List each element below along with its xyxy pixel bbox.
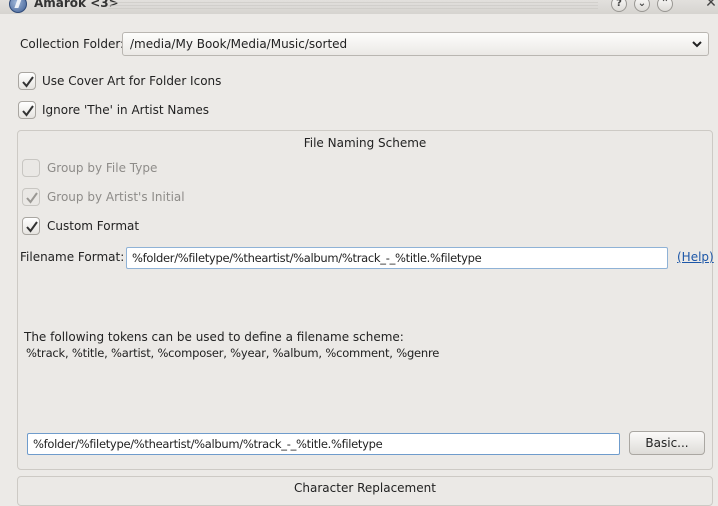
amarok-logo-icon <box>9 0 27 13</box>
file-naming-scheme-title: File Naming Scheme <box>303 136 427 150</box>
tokens-intro-text: The following tokens can be used to defi… <box>24 330 404 344</box>
titlebar-decoration <box>108 2 598 10</box>
check-icon <box>26 221 38 233</box>
character-replacement-group: Character Replacement <box>17 476 713 506</box>
custom-format-label: Custom Format <box>47 219 140 233</box>
group-by-initial-label: Group by Artist's Initial <box>47 190 185 204</box>
file-naming-scheme-group: File Naming Scheme Group by File Type Gr… <box>17 130 714 470</box>
group-by-initial-checkbox[interactable] <box>22 188 40 206</box>
filename-format-label: Filename Format: <box>20 250 125 264</box>
collection-folder-combo[interactable]: /media/My Book/Media/Music/sorted <box>122 32 709 56</box>
character-replacement-title: Character Replacement <box>294 481 436 495</box>
cover-art-checkbox[interactable] <box>18 72 36 90</box>
custom-format-checkbox[interactable] <box>22 217 40 235</box>
chevron-down-icon <box>692 41 702 48</box>
basic-button[interactable]: Basic... <box>629 431 705 455</box>
help-button[interactable]: ? <box>611 0 627 12</box>
ignore-the-checkbox[interactable] <box>18 101 36 119</box>
check-icon <box>22 105 34 117</box>
tokens-list-text: %track, %title, %artist, %composer, %yea… <box>26 346 440 360</box>
help-link[interactable]: (Help) <box>677 250 714 264</box>
minimize-button[interactable]: ⌄ <box>634 0 650 12</box>
group-by-file-type-checkbox[interactable] <box>22 159 40 177</box>
window-titlebar: Amarok <3> ? ⌄ ⌃ ✕ <box>0 0 718 14</box>
window-title: Amarok <3> <box>34 0 119 10</box>
collection-folder-label: Collection Folder: <box>20 37 125 51</box>
collection-folder-value: /media/My Book/Media/Music/sorted <box>130 37 348 51</box>
check-icon <box>22 76 34 88</box>
close-button[interactable]: ✕ <box>703 0 718 12</box>
cover-art-label: Use Cover Art for Folder Icons <box>42 74 222 88</box>
filename-format-input[interactable]: %folder/%filetype/%theartist/%album/%tra… <box>126 247 668 269</box>
check-icon <box>26 192 38 204</box>
group-by-file-type-label: Group by File Type <box>47 161 158 175</box>
ignore-the-label: Ignore 'The' in Artist Names <box>42 103 210 117</box>
maximize-button[interactable]: ⌃ <box>657 0 673 12</box>
scheme-input[interactable]: %folder/%filetype/%theartist/%album/%tra… <box>27 433 620 455</box>
